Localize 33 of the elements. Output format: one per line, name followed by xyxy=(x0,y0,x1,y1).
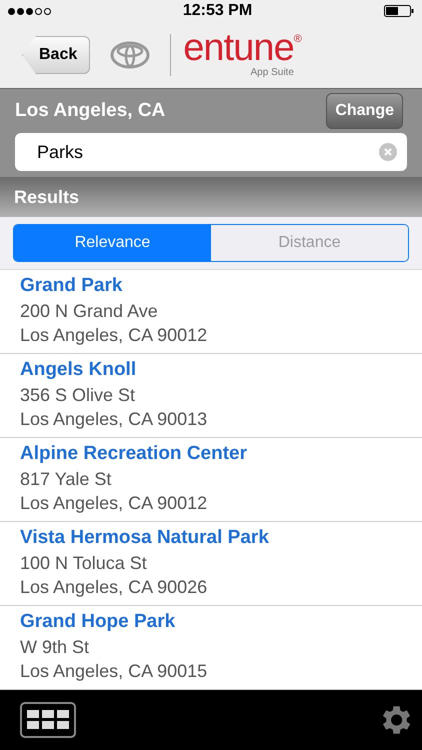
grid-menu-icon[interactable] xyxy=(20,702,76,738)
place-street: 200 N Grand Ave xyxy=(20,300,159,323)
place-city: Los Angeles, CA 90012 xyxy=(20,324,208,347)
result-item[interactable]: Vista Hermosa Natural Park 100 N Toluca St Los Angeles, CA 90026 xyxy=(0,522,422,606)
brand-subtitle: App Suite xyxy=(250,66,294,80)
place-city: Los Angeles, CA 90012 xyxy=(20,492,208,515)
brand-name: entune xyxy=(183,30,294,64)
place-street: 100 N Toluca St xyxy=(20,552,148,575)
place-name: Angels Knoll xyxy=(20,358,138,382)
result-item[interactable]: Alpine Recreation Center 817 Yale St Los Angeles, CA 90012 xyxy=(0,438,422,522)
sort-tab[interactable]: Relevance xyxy=(14,225,211,261)
location-name: Los Angeles, CA xyxy=(15,98,166,123)
place-street: 817 Yale St xyxy=(20,468,112,491)
place-street: 356 S Olive St xyxy=(20,384,136,407)
place-name: Grand Park xyxy=(20,274,124,298)
car-logo-icon xyxy=(110,41,150,69)
results-header: Results xyxy=(0,177,422,217)
place-street: W 9th St xyxy=(20,636,90,659)
place-name: Vista Hermosa Natural Park xyxy=(20,526,270,550)
place-city: Los Angeles, CA 90013 xyxy=(20,408,208,431)
place-name: Grand Hope Park xyxy=(20,610,176,634)
place-city: Los Angeles, CA 90015 xyxy=(20,660,208,683)
search-field[interactable]: Parks xyxy=(15,133,407,171)
place-name: Alpine Recreation Center xyxy=(20,442,248,466)
result-item[interactable]: Angels Knoll 356 S Olive St Los Angeles, CA 90013 xyxy=(0,354,422,438)
battery-icon xyxy=(384,5,414,17)
signal-icon xyxy=(8,8,51,14)
registered-mark: ® xyxy=(294,32,302,46)
result-item[interactable]: Grand Park 200 N Grand Ave Los Angeles, CA 90012 xyxy=(0,270,422,354)
change-button[interactable]: Change xyxy=(326,93,403,129)
place-city: Los Angeles, CA 90026 xyxy=(20,576,208,599)
back-button[interactable]: Back xyxy=(22,36,90,74)
status-time: 12:53 PM xyxy=(182,1,252,21)
